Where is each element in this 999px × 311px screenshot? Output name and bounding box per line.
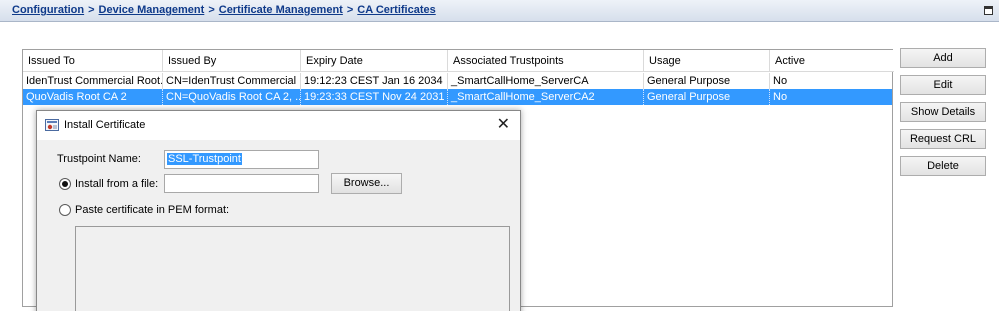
maximize-icon[interactable] xyxy=(984,6,993,15)
paste-pem-radio[interactable] xyxy=(59,204,71,216)
pem-textarea[interactable] xyxy=(75,226,510,311)
breadcrumb-ca-certificates[interactable]: CA Certificates xyxy=(357,4,435,16)
cell-issued-by: CN=IdenTrust Commercial ... xyxy=(163,73,301,89)
dialog-title: Install Certificate xyxy=(64,119,146,131)
breadcrumb: Configuration > Device Management > Certific… xyxy=(12,4,436,16)
browse-button[interactable]: Browse... xyxy=(331,173,402,194)
column-header-usage[interactable]: Usage xyxy=(644,50,770,72)
trustpoint-name-input[interactable]: SSL-Trustpoint xyxy=(164,150,319,169)
column-header-active[interactable]: Active xyxy=(770,50,894,72)
cell-issued-by: CN=QuoVadis Root CA 2, ... xyxy=(163,89,301,105)
cell-trustpoints: _SmartCallHome_ServerCA xyxy=(448,73,644,89)
close-icon[interactable]: ✕ xyxy=(497,115,510,133)
table-header: Issued To Issued By Expiry Date Associat… xyxy=(23,50,894,72)
show-details-button[interactable]: Show Details xyxy=(900,102,986,122)
install-certificate-dialog: Install Certificate ✕ Trustpoint Name: S… xyxy=(36,110,521,311)
cell-expiry-date: 19:12:23 CEST Jan 16 2034 xyxy=(301,73,448,89)
column-header-issued-to[interactable]: Issued To xyxy=(23,50,163,72)
trustpoint-name-value: SSL-Trustpoint xyxy=(167,153,242,165)
breadcrumb-bar: Configuration > Device Management > Certific… xyxy=(0,0,999,22)
cell-usage: General Purpose xyxy=(644,73,770,89)
install-file-path-input[interactable] xyxy=(164,174,319,193)
delete-button[interactable]: Delete xyxy=(900,156,986,176)
cell-active: No xyxy=(773,91,788,103)
cell-expiry-date: 19:23:33 CEST Nov 24 2031 xyxy=(301,89,448,105)
column-header-associated-trustpoints[interactable]: Associated Trustpoints xyxy=(448,50,644,72)
certificate-app-icon xyxy=(45,119,59,131)
install-from-file-radio[interactable] xyxy=(59,178,71,190)
add-button[interactable]: Add xyxy=(900,48,986,68)
dialog-titlebar[interactable]: Install Certificate ✕ xyxy=(37,111,520,140)
cell-usage: General Purpose xyxy=(644,89,770,105)
install-from-file-label: Install from a file: xyxy=(75,178,159,190)
column-header-expiry-date[interactable]: Expiry Date xyxy=(301,50,448,72)
cell-active: No xyxy=(773,75,788,87)
edit-button[interactable]: Edit xyxy=(900,75,986,95)
breadcrumb-device-management[interactable]: Device Management xyxy=(99,4,205,16)
request-crl-button[interactable]: Request CRL xyxy=(900,129,986,149)
column-header-issued-by[interactable]: Issued By xyxy=(163,50,301,72)
breadcrumb-separator: > xyxy=(88,4,95,16)
breadcrumb-certificate-management[interactable]: Certificate Management xyxy=(219,4,343,16)
trustpoint-name-label: Trustpoint Name: xyxy=(57,153,141,165)
cell-issued-to: QuoVadis Root CA 2 xyxy=(23,89,163,105)
paste-pem-label: Paste certificate in PEM format: xyxy=(75,204,230,216)
cell-trustpoints: _SmartCallHome_ServerCA2 xyxy=(448,89,644,105)
breadcrumb-configuration[interactable]: Configuration xyxy=(12,4,84,16)
breadcrumb-separator: > xyxy=(346,4,354,16)
breadcrumb-separator: > xyxy=(208,4,215,16)
table-row[interactable]: IdenTrust Commercial Root... CN=IdenTrus… xyxy=(23,73,892,89)
cell-issued-to: IdenTrust Commercial Root... xyxy=(23,73,163,89)
table-row-selected[interactable]: QuoVadis Root CA 2 CN=QuoVadis Root CA 2… xyxy=(23,89,892,105)
